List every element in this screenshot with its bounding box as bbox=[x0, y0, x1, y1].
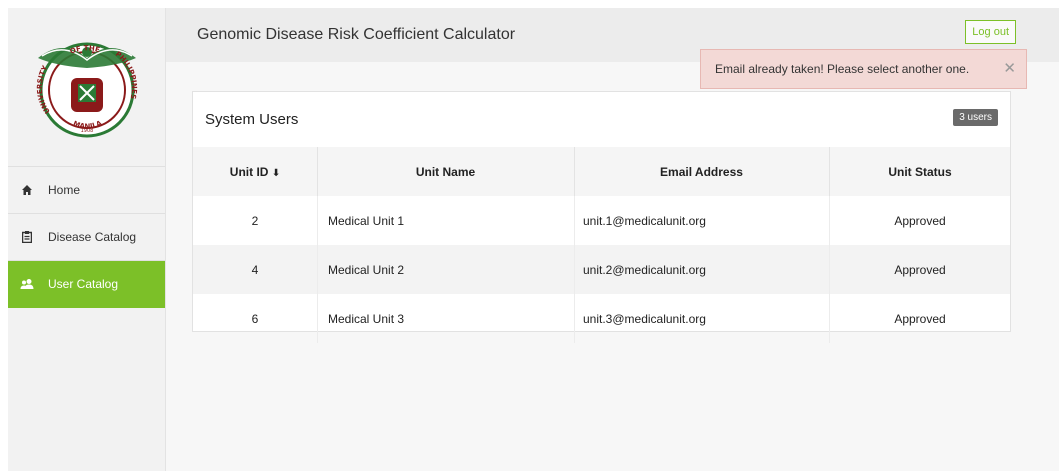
svg-text:1908: 1908 bbox=[80, 128, 93, 134]
column-header-unit-id[interactable]: Unit ID ⬇ bbox=[193, 147, 318, 196]
email-cell: unit.2@medicalunit.org bbox=[574, 245, 830, 294]
status-cell: Approved bbox=[894, 311, 946, 326]
unit-id-cell: 4 bbox=[193, 245, 318, 294]
sidebar-item-label: Disease Catalog bbox=[48, 230, 137, 244]
sidebar-item-label: User Catalog bbox=[48, 277, 119, 291]
app-title: Genomic Disease Risk Coefficient Calcula… bbox=[197, 26, 516, 43]
users-panel: System Users 3 users Unit ID ⬇ Unit Name… bbox=[192, 91, 1011, 343]
unit-name-cell: Medical Unit 1 bbox=[317, 196, 575, 245]
sidebar-item-label: Home bbox=[48, 183, 81, 197]
panel-title: System Users bbox=[205, 111, 299, 128]
sort-down-arrow-icon: ⬇ bbox=[271, 167, 281, 179]
alert-message: Email already taken! Please select anoth… bbox=[715, 62, 970, 76]
close-icon[interactable]: ✕ bbox=[1003, 61, 1016, 76]
email-cell: unit.1@medicalunit.org bbox=[574, 196, 830, 245]
table-row[interactable]: 6 Medical Unit 3 unit.3@medicalunit.org … bbox=[193, 294, 1010, 343]
clipboard-icon bbox=[20, 230, 34, 244]
users-icon bbox=[20, 277, 34, 291]
sidebar-item-home[interactable]: Home bbox=[8, 167, 165, 214]
email-cell: unit.3@medicalunit.org bbox=[574, 294, 830, 343]
status-cell: Approved bbox=[894, 213, 946, 228]
logout-button[interactable]: Log out bbox=[965, 20, 1016, 44]
unit-name-cell: Medical Unit 3 bbox=[317, 294, 575, 343]
column-header-status[interactable]: Unit Status bbox=[829, 147, 1010, 196]
unit-id-cell: 6 bbox=[193, 294, 318, 343]
error-alert: Email already taken! Please select anoth… bbox=[700, 49, 1027, 89]
table-header-row: Unit ID ⬇ Unit Name Email Address Unit S… bbox=[193, 147, 1010, 196]
sidebar: OF THE UNIVERSITY PHILIPPINES MANILA 190… bbox=[8, 8, 166, 471]
sidebar-item-user-catalog[interactable]: User Catalog bbox=[8, 261, 165, 308]
status-cell: Approved bbox=[829, 245, 1010, 294]
column-header-email[interactable]: Email Address bbox=[574, 147, 830, 196]
user-count-badge: 3 users bbox=[953, 109, 998, 126]
unit-id-cell: 2 bbox=[193, 196, 318, 245]
home-icon bbox=[20, 183, 34, 197]
users-table: Unit ID ⬇ Unit Name Email Address Unit S… bbox=[193, 147, 1010, 343]
panel-header: System Users 3 users bbox=[193, 92, 1010, 147]
app-container: OF THE UNIVERSITY PHILIPPINES MANILA 190… bbox=[8, 8, 1059, 471]
table-row[interactable]: 2 Medical Unit 1 unit.1@medicalunit.org … bbox=[193, 196, 1010, 245]
university-seal-logo: OF THE UNIVERSITY PHILIPPINES MANILA 190… bbox=[35, 42, 138, 138]
table-row[interactable]: 4 Medical Unit 2 unit.2@medicalunit.org … bbox=[193, 245, 1010, 294]
sidebar-item-disease-catalog[interactable]: Disease Catalog bbox=[8, 214, 165, 261]
logo-area: OF THE UNIVERSITY PHILIPPINES MANILA 190… bbox=[8, 8, 165, 167]
unit-name-cell: Medical Unit 2 bbox=[317, 245, 575, 294]
column-header-unit-name[interactable]: Unit Name bbox=[317, 147, 575, 196]
